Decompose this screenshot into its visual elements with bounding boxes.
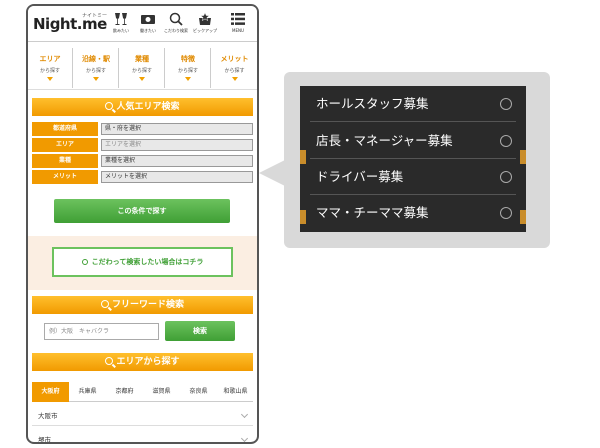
triangle-down-icon xyxy=(93,77,99,81)
tab-hyogo[interactable]: 兵庫県 xyxy=(69,382,106,402)
category-sub: から探す xyxy=(39,68,60,74)
category-sub: から探す xyxy=(85,68,106,74)
nav-drink-label: 飲みたい xyxy=(113,28,129,33)
search-submit-button[interactable]: この条件で探す xyxy=(54,199,230,223)
freeword-search-button[interactable]: 検索 xyxy=(165,321,235,341)
wine-glasses-icon xyxy=(115,13,127,25)
radio-icon xyxy=(500,98,512,110)
freeword-heading: フリーワード検索 xyxy=(32,296,253,314)
tab-wakayama[interactable]: 和歌山県 xyxy=(217,382,254,402)
category-industry[interactable]: 業種 から探す xyxy=(120,48,165,88)
area-search-title: エリアから探す xyxy=(116,357,180,367)
category-title: 特徴 xyxy=(181,55,195,63)
merit-select[interactable]: メリットを選択 xyxy=(101,171,253,183)
search-row-label: エリア xyxy=(32,138,98,152)
search-icon xyxy=(169,12,183,26)
city-row-sakai[interactable]: 堺市 xyxy=(32,430,253,444)
kodawari-search-button[interactable]: こだわって検索したい場合はコチラ xyxy=(52,247,233,277)
dropdown-option-label: 店長・マネージャー募集 xyxy=(316,133,453,148)
category-area[interactable]: エリア から探す xyxy=(28,48,73,88)
star-bag-icon xyxy=(199,12,211,25)
radio-icon xyxy=(500,135,512,147)
nav-work-label: 働きたい xyxy=(140,28,156,33)
search-icon xyxy=(105,357,114,365)
search-row-label: 業種 xyxy=(32,154,98,168)
dropdown-option[interactable]: ホールスタッフ募集 xyxy=(310,86,516,122)
category-feature[interactable]: 特徴 から探す xyxy=(166,48,211,88)
search-row-prefecture: 都道府県 県・府を選択 xyxy=(32,122,253,136)
area-select[interactable]: エリアを選択 xyxy=(101,139,253,151)
triangle-down-icon xyxy=(139,77,145,81)
category-title: 業種 xyxy=(135,55,149,63)
chevron-down-icon xyxy=(240,410,249,419)
money-icon xyxy=(141,15,155,24)
dropdown-edge-mark xyxy=(300,210,306,224)
popular-search-title: 人気エリア検索 xyxy=(116,102,180,112)
kodawari-label: こだわって検索したい場合はコチラ xyxy=(91,258,204,266)
dropdown-edge-mark xyxy=(520,150,526,164)
industry-select[interactable]: 業種を選択 xyxy=(101,155,253,167)
freeword-title: フリーワード検索 xyxy=(111,300,184,310)
search-icon xyxy=(100,300,109,308)
category-sub: から探す xyxy=(224,68,245,74)
nav-pickup[interactable]: ピックアップ xyxy=(191,12,219,38)
nav-work[interactable]: 働きたい xyxy=(134,12,162,38)
category-merit[interactable]: メリット から探す xyxy=(212,48,257,88)
menu-icon xyxy=(231,13,245,25)
phone-screen: Night.me ナイトミー 飲みたい 働きたい こだわり検索 ピックアップ M… xyxy=(26,4,259,444)
search-row-label: メリット xyxy=(32,170,98,184)
triangle-down-icon xyxy=(47,77,53,81)
freeword-input[interactable]: 例）大阪 キャバクラ xyxy=(44,323,159,340)
triangle-down-icon xyxy=(231,77,238,81)
category-title: メリット xyxy=(220,55,249,63)
site-logo-kana: ナイトミー xyxy=(82,13,108,19)
tab-kyoto[interactable]: 京都府 xyxy=(106,382,143,402)
search-icon xyxy=(81,259,88,265)
nav-kodawari[interactable]: こだわり検索 xyxy=(162,12,190,38)
tab-osaka[interactable]: 大阪府 xyxy=(32,382,69,402)
city-label: 大阪市 xyxy=(38,412,58,420)
search-row-label: 都道府県 xyxy=(32,122,98,136)
popular-search-heading: 人気エリア検索 xyxy=(32,98,253,116)
area-search-heading: エリアから探す xyxy=(32,353,253,371)
callout-pointer xyxy=(259,160,285,186)
category-sub: から探す xyxy=(131,68,152,74)
site-header: Night.me ナイトミー 飲みたい 働きたい こだわり検索 ピックアップ M… xyxy=(28,6,257,42)
category-nav: エリア から探す 沿線・駅 から探す 業種 から探す 特徴 から探す メリット … xyxy=(28,46,257,90)
dropdown-edge-mark xyxy=(520,210,526,224)
category-sub: から探す xyxy=(177,68,198,74)
category-line-station[interactable]: 沿線・駅 から探す xyxy=(74,48,119,88)
dropdown-option[interactable]: 店長・マネージャー募集 xyxy=(310,123,516,159)
radio-icon xyxy=(500,207,512,219)
triangle-down-icon xyxy=(185,77,191,81)
tab-shiga[interactable]: 滋賀県 xyxy=(143,382,180,402)
prefecture-select[interactable]: 県・府を選択 xyxy=(101,123,253,135)
nav-pickup-label: ピックアップ xyxy=(193,28,217,33)
tab-nara[interactable]: 奈良県 xyxy=(180,382,217,402)
nav-menu-label: MENU xyxy=(232,28,244,33)
search-icon xyxy=(105,102,114,110)
nav-menu[interactable]: MENU xyxy=(224,12,252,38)
dropdown-option[interactable]: ドライバー募集 xyxy=(310,159,516,195)
dropdown-option[interactable]: ママ・チーママ募集 xyxy=(310,195,516,231)
category-title: エリア xyxy=(39,55,61,63)
search-row-area: エリア エリアを選択 xyxy=(32,138,253,152)
category-title: 沿線・駅 xyxy=(82,55,110,63)
prefecture-tabs: 大阪府 兵庫県 京都府 滋賀県 奈良県 和歌山県 xyxy=(32,382,253,402)
city-label: 堺市 xyxy=(38,436,51,444)
chevron-down-icon xyxy=(240,434,249,442)
dropdown-option-label: ママ・チーママ募集 xyxy=(316,205,429,220)
dropdown-edge-mark xyxy=(300,150,306,164)
city-row-osaka[interactable]: 大阪市 xyxy=(32,406,253,426)
nav-drink[interactable]: 飲みたい xyxy=(107,12,135,38)
search-row-merit: メリット メリットを選択 xyxy=(32,170,253,184)
nav-kodawari-label: こだわり検索 xyxy=(164,28,188,33)
dropdown-option-label: ホールスタッフ募集 xyxy=(316,96,429,111)
search-row-industry: 業種 業種を選択 xyxy=(32,154,253,168)
radio-icon xyxy=(500,171,512,183)
dropdown-option-label: ドライバー募集 xyxy=(316,169,404,184)
